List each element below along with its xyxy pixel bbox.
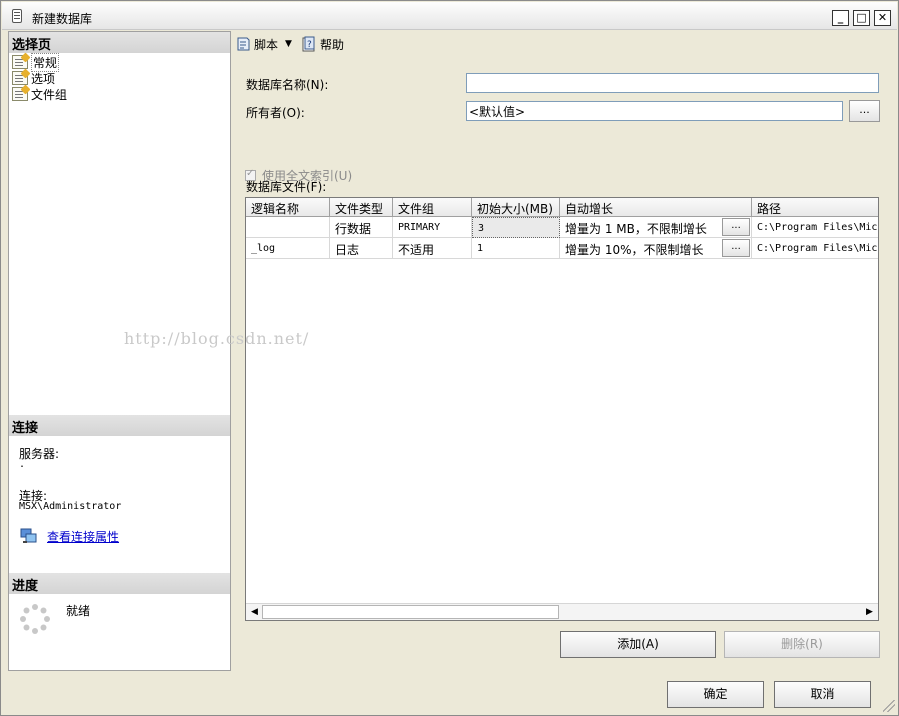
connection-value: MSX\Administrator — [19, 501, 122, 512]
database-name-label: 数据库名称(N): — [246, 78, 329, 92]
svg-text:?: ? — [307, 40, 312, 50]
nav-item-general[interactable]: 常规 — [12, 52, 60, 72]
view-connection-properties-link[interactable]: 查看连接属性 — [47, 528, 119, 545]
horizontal-scrollbar[interactable]: ◀ ▶ — [246, 603, 878, 620]
page-icon — [12, 71, 28, 85]
ok-button[interactable]: 确定 — [667, 681, 764, 708]
cell-autogrowth-text: 增量为 1 MB，不限制增长 — [565, 222, 707, 236]
owner-label: 所有者(O): — [246, 106, 305, 120]
nav-item-label: 文件组 — [31, 87, 68, 102]
grid-header: 逻辑名称 文件类型 文件组 初始大小(MB) 自动增长 路径 — [246, 198, 878, 217]
cell-file-type: 日志 — [330, 238, 393, 259]
remove-button[interactable]: 删除(R) — [724, 631, 880, 658]
right-pane: 脚本 ▼ ? 帮助 数据库名称(N): 所有者(O): <默认值> ... 使用… — [232, 31, 895, 671]
window-title: 新建数据库 — [32, 12, 93, 26]
cell-logical-name[interactable]: _log — [246, 238, 330, 259]
cell-filegroup: 不适用 — [393, 238, 472, 259]
autogrowth-browse-button[interactable]: ... — [722, 218, 750, 236]
column-header-logical-name[interactable]: 逻辑名称 — [246, 198, 330, 217]
cell-filegroup[interactable]: PRIMARY — [393, 217, 472, 238]
connection-properties-icon — [20, 528, 37, 543]
page-icon — [12, 87, 28, 101]
help-label: 帮助 — [320, 37, 345, 52]
cell-path: C:\Program Files\Mic — [752, 238, 878, 259]
cell-file-type: 行数据 — [330, 217, 393, 238]
column-header-initial-size[interactable]: 初始大小(MB) — [472, 198, 560, 217]
left-pane: 选择页 常规 选项 文件组 连接 服务器: . 连接: MSX\Administ… — [8, 31, 231, 671]
table-row[interactable]: _log 日志 不适用 1 增量为 10%，不限制增长 ... C:\Progr… — [246, 238, 878, 259]
maximize-button[interactable]: □ — [853, 10, 870, 26]
chevron-down-icon[interactable]: ▼ — [285, 39, 292, 49]
table-row[interactable]: 行数据 PRIMARY 3 增量为 1 MB，不限制增长 ... C:\Prog… — [246, 217, 878, 238]
database-name-input[interactable] — [466, 73, 879, 93]
owner-input[interactable]: <默认值> — [466, 101, 843, 121]
autogrowth-browse-button[interactable]: ... — [722, 239, 750, 257]
toolbar: 脚本 ▼ ? 帮助 — [232, 31, 895, 57]
help-button[interactable]: ? 帮助 — [301, 35, 344, 53]
resize-grip-icon[interactable] — [883, 700, 895, 712]
column-header-path[interactable]: 路径 — [752, 198, 878, 217]
general-page-panel: 数据库名称(N): 所有者(O): <默认值> ... 使用全文索引(U) 数据… — [232, 58, 895, 671]
progress-header: 进度 — [9, 573, 230, 594]
scroll-left-icon[interactable]: ◀ — [247, 604, 262, 620]
cell-autogrowth: 增量为 1 MB，不限制增长 ... — [560, 217, 752, 238]
cell-initial-size[interactable]: 1 — [472, 238, 560, 259]
cell-path: C:\Program Files\Mic — [752, 217, 878, 238]
cell-initial-size[interactable]: 3 — [472, 217, 560, 238]
cell-autogrowth-text: 增量为 10%，不限制增长 — [565, 243, 704, 257]
server-value: . — [19, 459, 26, 470]
minimize-button[interactable]: _ — [832, 10, 849, 26]
progress-status: 就绪 — [66, 604, 91, 618]
connection-header: 连接 — [9, 415, 230, 436]
owner-browse-button[interactable]: ... — [849, 100, 880, 122]
scrollbar-thumb[interactable] — [262, 605, 559, 619]
script-label: 脚本 — [254, 37, 279, 52]
watermark-text: http://blog.csdn.net/ — [124, 329, 310, 348]
page-icon — [12, 55, 28, 69]
add-button[interactable]: 添加(A) — [560, 631, 716, 658]
script-icon — [237, 37, 250, 51]
cell-autogrowth: 增量为 10%，不限制增长 ... — [560, 238, 752, 259]
close-button[interactable]: ✕ — [874, 10, 891, 26]
nav-item-options[interactable]: 选项 — [12, 70, 55, 86]
database-icon — [12, 9, 22, 23]
column-header-file-type[interactable]: 文件类型 — [330, 198, 393, 217]
nav-item-label: 选项 — [31, 71, 56, 86]
script-button[interactable]: 脚本 ▼ — [235, 35, 292, 53]
new-database-dialog: 新建数据库 _ □ ✕ 选择页 常规 选项 文件组 连接 服务器: . 连接: … — [0, 0, 899, 716]
column-header-autogrowth[interactable]: 自动增长 — [560, 198, 752, 217]
title-bar: 新建数据库 _ □ ✕ — [2, 2, 897, 30]
select-page-header: 选择页 — [9, 32, 230, 53]
help-icon: ? — [302, 36, 315, 52]
database-files-grid[interactable]: 逻辑名称 文件类型 文件组 初始大小(MB) 自动增长 路径 行数据 PRIMA… — [245, 197, 879, 621]
cancel-button[interactable]: 取消 — [774, 681, 871, 708]
database-files-label: 数据库文件(F): — [246, 180, 327, 194]
progress-spinner-icon — [20, 604, 50, 634]
cell-logical-name[interactable] — [246, 217, 330, 238]
column-header-filegroup[interactable]: 文件组 — [393, 198, 472, 217]
scroll-right-icon[interactable]: ▶ — [862, 604, 877, 620]
nav-item-filegroups[interactable]: 文件组 — [12, 86, 67, 102]
